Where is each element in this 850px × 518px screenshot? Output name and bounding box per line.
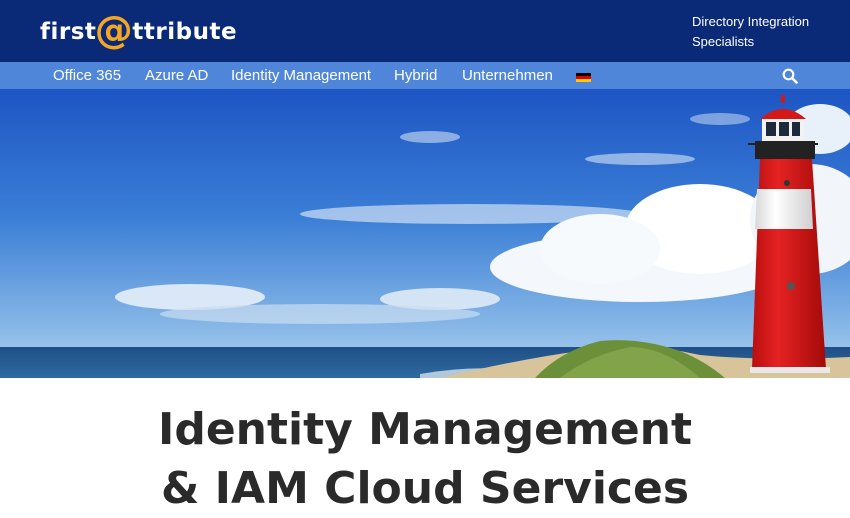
logo-text-ttribute: ttribute <box>132 19 238 45</box>
svg-text:@: @ <box>95 12 134 52</box>
page-title-line-1: Identity Management <box>157 404 693 455</box>
nav-item-azure-ad[interactable]: Azure AD <box>145 66 208 86</box>
nav-item-office-365[interactable]: Office 365 <box>53 66 121 86</box>
german-flag-icon[interactable] <box>576 73 591 82</box>
header-tagline: Directory Integration Specialists <box>692 12 842 52</box>
main-navigation: Office 365 Azure AD Identity Management … <box>0 62 850 89</box>
hero-image <box>0 89 850 378</box>
lighthouse-beach-photo <box>0 89 850 378</box>
nav-item-hybrid[interactable]: Hybrid <box>394 66 437 86</box>
tagline-line-1: Directory Integration <box>692 14 810 29</box>
logo-at-icon: @ <box>95 12 134 52</box>
nav-item-identity-management[interactable]: Identity Management <box>231 66 371 86</box>
search-icon[interactable] <box>782 68 798 84</box>
page-title-line-2: & IAM Cloud Services <box>160 463 690 514</box>
logo-text-first: first <box>40 19 97 45</box>
site-header: first @ ttribute Directory Integration S… <box>0 0 850 62</box>
nav-item-unternehmen[interactable]: Unternehmen <box>462 66 553 86</box>
site-logo[interactable]: first @ ttribute <box>40 10 237 54</box>
page-title: Identity Management & IAM Cloud Services <box>0 400 850 518</box>
tagline-line-2: Specialists <box>692 34 755 49</box>
